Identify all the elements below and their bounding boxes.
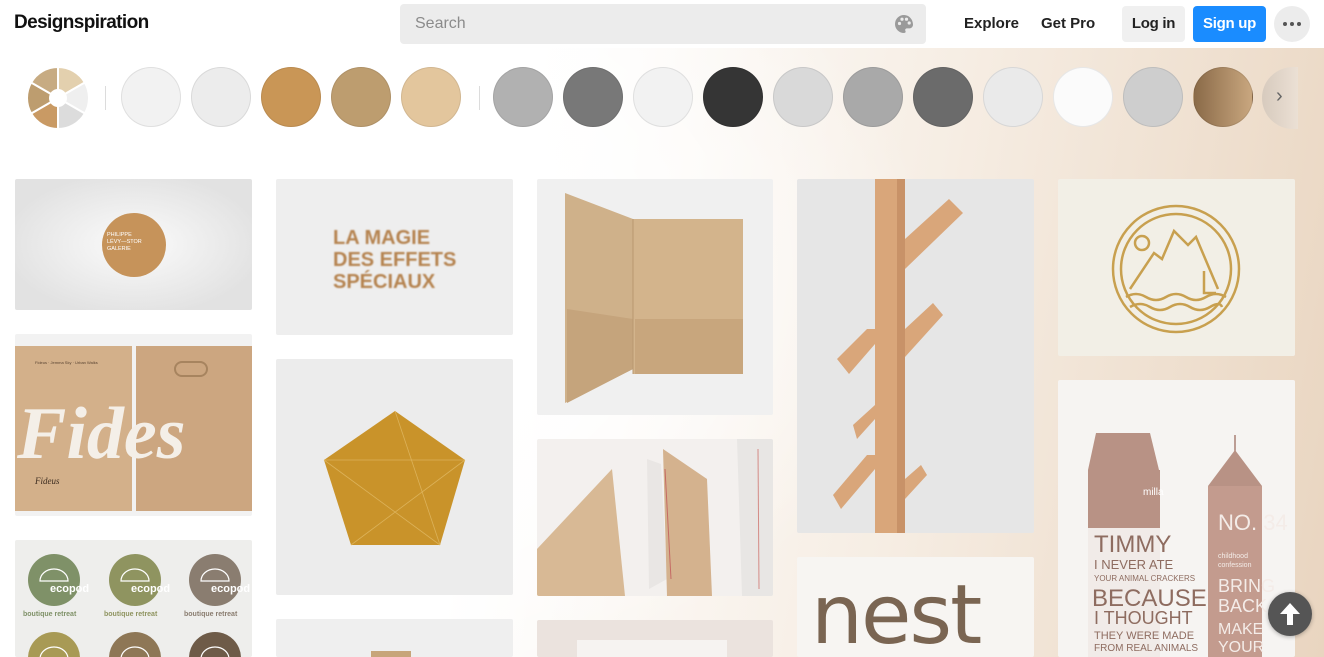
ecopod-tagline: boutique retreat: [23, 611, 77, 618]
logo-text-line: PHILIPPE: [107, 232, 132, 238]
carton2-line: childhood: [1218, 553, 1248, 560]
scroll-top-button[interactable]: [1268, 592, 1312, 636]
poster-line: SPÉCIAUX: [333, 270, 436, 293]
carton2-line: YOUR: [1218, 639, 1264, 656]
image-card[interactable]: milla TIMMY I NEVER ATE YOUR ANIMAL CRAC…: [1058, 380, 1295, 657]
carton2-line: MAKE: [1218, 621, 1263, 638]
carton2-line: BRING: [1218, 576, 1275, 596]
arrow-up-icon: [1280, 603, 1300, 625]
divider: [479, 86, 480, 110]
color-wheel-icon[interactable]: [27, 67, 89, 129]
color-filter-strip: ›: [0, 48, 1324, 148]
color-swatch[interactable]: [191, 67, 251, 127]
ecopod-tagline: boutique retreat: [184, 611, 238, 618]
more-dot: [1290, 22, 1294, 26]
logo[interactable]: Designspiration: [14, 12, 149, 34]
poster-line: DES EFFETS: [333, 249, 456, 271]
image-card[interactable]: [276, 359, 513, 595]
carton2-line: BACK: [1218, 596, 1267, 616]
image-card[interactable]: [537, 179, 773, 415]
chevron-right-icon: ›: [1276, 85, 1283, 107]
color-swatch[interactable]: [563, 67, 623, 127]
color-swatch[interactable]: [633, 67, 693, 127]
carton-brand: milla: [1143, 487, 1164, 498]
color-swatch[interactable]: [703, 67, 763, 127]
login-button[interactable]: Log in: [1122, 6, 1185, 42]
image-card[interactable]: LA MAGIE DES EFFETS SPÉCIAUX: [276, 179, 513, 335]
color-swatch[interactable]: [913, 67, 973, 127]
ecopod-badge: [109, 554, 161, 606]
ecopod-badge: [189, 554, 241, 606]
carton-quote-line: THEY WERE MADE: [1094, 630, 1194, 642]
carton-quote-line: YOUR ANIMAL CRACKERS: [1094, 574, 1195, 583]
image-card[interactable]: ecopod boutique retreat ecopod boutique ret…: [15, 540, 252, 657]
box-brand: Fideus: [34, 476, 60, 486]
carton-quote-line: I NEVER ATE: [1094, 557, 1174, 572]
color-swatch[interactable]: [1123, 67, 1183, 127]
ecopod-wordmark: ecopod: [131, 583, 170, 595]
more-button[interactable]: [1274, 6, 1310, 42]
color-swatch[interactable]: [983, 67, 1043, 127]
divider: [105, 86, 106, 110]
color-swatch[interactable]: [401, 67, 461, 127]
color-swatch[interactable]: [331, 67, 391, 127]
ecopod-wordmark: ecopod: [50, 583, 89, 595]
ecopod-tagline: boutique retreat: [104, 611, 158, 618]
carton-quote-line: TIMMY: [1094, 531, 1171, 558]
carton-quote-line: I THOUGHT: [1094, 608, 1193, 628]
image-card[interactable]: [797, 179, 1034, 533]
logo-text-line: LÉVY—STOR: [107, 238, 142, 245]
image-card[interactable]: PHILIPPE LÉVY—STOR GALERIE: [15, 179, 252, 310]
svg-text:Fideus · Jemma Sky · Urban Wal: Fideus · Jemma Sky · Urban Walks: [35, 360, 98, 365]
color-swatch[interactable]: [773, 67, 833, 127]
nest-logo: nest: [811, 568, 981, 657]
image-card[interactable]: [537, 439, 773, 596]
get-pro-link[interactable]: Get Pro: [1041, 15, 1095, 32]
next-colors-button[interactable]: ›: [1262, 67, 1298, 129]
image-card[interactable]: [1058, 179, 1295, 356]
image-card[interactable]: nest: [797, 557, 1034, 657]
ecopod-badge: [28, 554, 80, 606]
search-bar[interactable]: Search: [400, 4, 926, 44]
login-label: Log in: [1131, 15, 1176, 32]
image-card[interactable]: [537, 620, 773, 657]
poster-line: LA MAGIE: [333, 227, 430, 249]
top-bar: Designspiration Search Explore Get Pro L…: [0, 0, 1324, 48]
box-script: Fides: [16, 393, 186, 475]
color-wheel-center: [49, 89, 67, 107]
color-swatch[interactable]: [1193, 67, 1253, 127]
color-swatch[interactable]: [1053, 67, 1113, 127]
explore-link[interactable]: Explore: [964, 15, 1019, 32]
more-dot: [1297, 22, 1301, 26]
image-card[interactable]: [276, 619, 513, 657]
color-swatch[interactable]: [121, 67, 181, 127]
more-horizontal-icon: [1283, 22, 1287, 26]
carton2-number: NO. 34: [1218, 510, 1288, 535]
signup-label: Sign up: [1203, 15, 1256, 32]
image-card[interactable]: Fideus · Jemma Sky · Urban Walks Fideus …: [15, 334, 252, 516]
ecopod-wordmark: ecopod: [211, 583, 250, 595]
signup-button[interactable]: Sign up: [1193, 6, 1266, 42]
color-swatch[interactable]: [843, 67, 903, 127]
color-swatch[interactable]: [493, 67, 553, 127]
carton-quote-line: FROM REAL ANIMALS: [1094, 643, 1198, 654]
carton2-line: confession: [1218, 562, 1252, 569]
palette-icon[interactable]: [894, 14, 914, 34]
search-placeholder[interactable]: Search: [415, 15, 466, 33]
logo-text-line: GALERIE: [107, 246, 131, 252]
color-swatch[interactable]: [261, 67, 321, 127]
